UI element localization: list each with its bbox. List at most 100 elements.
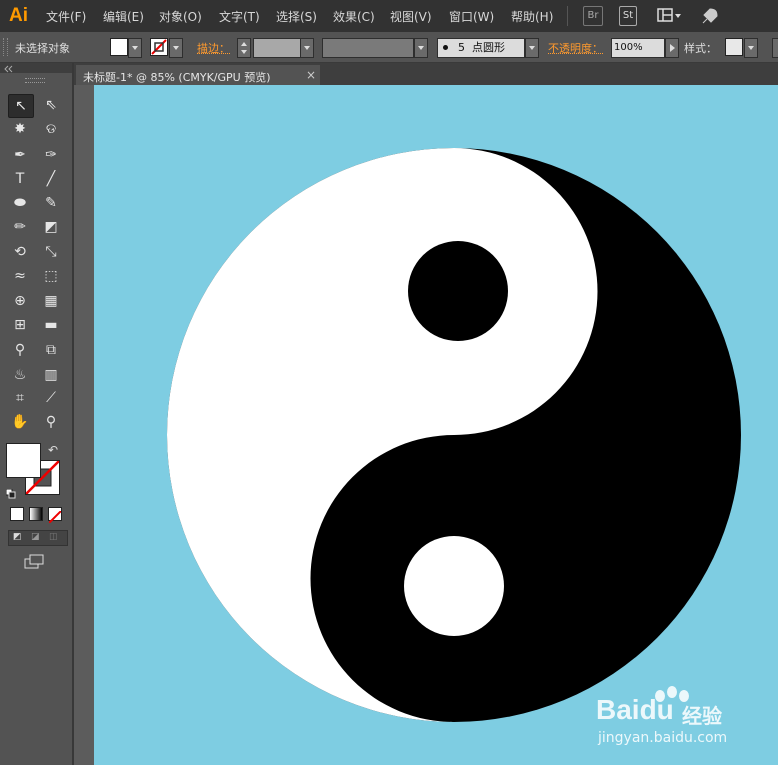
slice-tool-icon[interactable]: ⟋ [39, 387, 63, 409]
opacity-slider-button[interactable] [665, 38, 679, 58]
brush-name: 点圆形 [472, 41, 505, 54]
artboard-tool-icon[interactable]: ⌗ [8, 387, 32, 409]
menu-view[interactable]: 视图(V) [390, 8, 432, 25]
brush-dot-icon [443, 45, 448, 50]
pasteboard [74, 85, 94, 765]
caret-right-icon [670, 44, 675, 52]
lasso-tool-icon[interactable]: ଡ [39, 118, 63, 140]
no-stroke-icon [151, 39, 167, 55]
document-tab-title: 未标题-1* @ 85% (CMYK/GPU 预览) [83, 71, 271, 84]
variable-width-profile[interactable] [322, 38, 414, 58]
menu-file[interactable]: 文件(F) [46, 8, 86, 25]
fill-color-box[interactable] [6, 443, 41, 478]
type-tool-icon[interactable]: T [8, 168, 32, 190]
paintbrush-tool-icon[interactable]: ✎ [39, 192, 63, 214]
artboard-canvas[interactable] [94, 85, 778, 765]
control-bar-overflow[interactable] [772, 38, 778, 58]
column-graph-tool-icon[interactable]: ▥ [39, 364, 63, 386]
menu-edit[interactable]: 编辑(E) [103, 8, 144, 25]
pen-tool-icon[interactable]: ✒ [8, 144, 32, 166]
yin-yang-artwork[interactable] [94, 85, 778, 765]
magic-wand-tool-icon[interactable]: ✸ [8, 118, 32, 140]
gradient-tool-icon[interactable]: ▬ [39, 314, 63, 336]
graphic-style-dropdown[interactable] [744, 38, 758, 58]
rotate-tool-icon[interactable]: ⟲ [8, 241, 32, 263]
perspective-grid-tool-icon[interactable]: ▦ [39, 290, 63, 312]
stroke-label[interactable]: 描边： [197, 40, 230, 56]
tools-panel-grip[interactable] [25, 78, 45, 83]
tools-panel: ↖ ⇖ ✸ ଡ ✒ ✑ T ╱ ⬬ ✎ ✏ ◩ ⟲ ⤡ ≈ ⬚ ⊕ ▦ ⊞ ▬ ⚲ ⧉ ♨ ▥ ⌗ ⟋ ✋ ⚲ ↶ ◩ ◪ ◫ [0, 63, 74, 765]
app-logo: Ai [9, 5, 28, 26]
menu-help[interactable]: 帮助(H) [511, 8, 553, 25]
menu-window[interactable]: 窗口(W) [449, 8, 494, 25]
menu-type[interactable]: 文字(T) [219, 8, 260, 25]
pencil-tool-icon[interactable]: ✏ [8, 216, 32, 238]
scale-tool-icon[interactable]: ⤡ [39, 241, 63, 263]
stroke-weight-input[interactable] [253, 38, 301, 58]
eyedropper-tool-icon[interactable]: ⚲ [8, 339, 32, 361]
hand-tool-icon[interactable]: ✋ [8, 411, 32, 433]
selection-status: 未选择对象 [15, 42, 70, 55]
line-segment-tool-icon[interactable]: ╱ [39, 168, 63, 190]
control-bar-grip[interactable] [3, 38, 8, 56]
drawing-modes: ◩ ◪ ◫ [8, 530, 68, 546]
close-tab-icon[interactable]: × [306, 68, 316, 82]
stock-button[interactable]: St [619, 6, 637, 26]
stroke-swatch[interactable] [150, 38, 168, 56]
none-icon [48, 510, 62, 524]
gpu-performance-button[interactable] [700, 6, 720, 26]
control-bar: 未选择对象 描边： 5 点圆形 不透明度： 100% 样式： [0, 32, 778, 63]
menu-effect[interactable]: 效果(C) [333, 8, 375, 25]
bridge-button[interactable]: Br [583, 6, 603, 26]
menu-bar: Ai 文件(F) 编辑(E) 对象(O) 文字(T) 选择(S) 效果(C) 视… [0, 0, 778, 32]
direct-selection-tool-icon[interactable]: ⇖ [39, 94, 63, 116]
brush-dropdown[interactable] [525, 38, 539, 58]
free-transform-tool-icon[interactable]: ⬚ [39, 265, 63, 287]
fill-swatch[interactable] [110, 38, 128, 56]
default-colors-icon[interactable] [5, 484, 16, 499]
none-mode-button[interactable] [48, 507, 62, 524]
draw-normal-icon[interactable]: ◩ [13, 532, 22, 542]
curvature-tool-icon[interactable]: ✑ [39, 144, 63, 166]
eraser-tool-icon[interactable]: ◩ [39, 216, 63, 238]
opacity-input[interactable]: 100% [611, 38, 665, 58]
zoom-tool-icon[interactable]: ⚲ [39, 411, 63, 433]
graphic-style-swatch[interactable] [725, 38, 743, 56]
document-tab[interactable]: 未标题-1* @ 85% (CMYK/GPU 预览) × [76, 65, 320, 85]
color-mode-button[interactable] [10, 507, 24, 521]
blend-tool-icon[interactable]: ⧉ [39, 339, 63, 361]
gradient-mode-button[interactable] [29, 507, 43, 521]
width-tool-icon[interactable]: ≈ [8, 265, 32, 287]
stroke-weight-dropdown[interactable] [300, 38, 314, 58]
symbol-sprayer-tool-icon[interactable]: ♨ [8, 364, 32, 386]
stepper-arrows-icon [241, 42, 247, 54]
stroke-dropdown[interactable] [169, 38, 183, 58]
menu-object[interactable]: 对象(O) [159, 8, 202, 25]
mesh-tool-icon[interactable]: ⊞ [8, 314, 32, 336]
rocket-icon [702, 8, 718, 24]
draw-inside-icon[interactable]: ◫ [49, 532, 58, 542]
change-screen-mode-button[interactable] [24, 554, 46, 570]
swap-fill-stroke-icon[interactable]: ↶ [48, 443, 58, 457]
collapse-panel-icon [4, 65, 13, 73]
profile-dropdown[interactable] [414, 38, 428, 58]
brush-definition[interactable]: 5 点圆形 [437, 38, 525, 58]
menu-select[interactable]: 选择(S) [276, 8, 317, 25]
opacity-label[interactable]: 不透明度： [548, 40, 603, 56]
tools-panel-header[interactable] [0, 63, 72, 73]
stroke-weight-stepper[interactable] [237, 38, 251, 58]
yang-eye-black-dot[interactable] [408, 241, 508, 341]
menubar-divider [567, 6, 568, 26]
selection-tool-icon[interactable]: ↖ [8, 94, 34, 118]
fill-dropdown[interactable] [128, 38, 142, 58]
document-tab-strip: 未标题-1* @ 85% (CMYK/GPU 预览) × [0, 63, 778, 85]
brush-size: 5 [458, 41, 465, 54]
yin-eye-white-dot[interactable] [404, 536, 504, 636]
screen-mode-icon [24, 554, 44, 569]
draw-behind-icon[interactable]: ◪ [31, 532, 40, 542]
style-label: 样式： [684, 42, 717, 55]
shape-builder-tool-icon[interactable]: ⊕ [8, 290, 32, 312]
workspace-switcher[interactable] [657, 8, 683, 24]
ellipse-tool-icon[interactable]: ⬬ [8, 192, 32, 214]
workspace-layout-icon [657, 8, 681, 22]
